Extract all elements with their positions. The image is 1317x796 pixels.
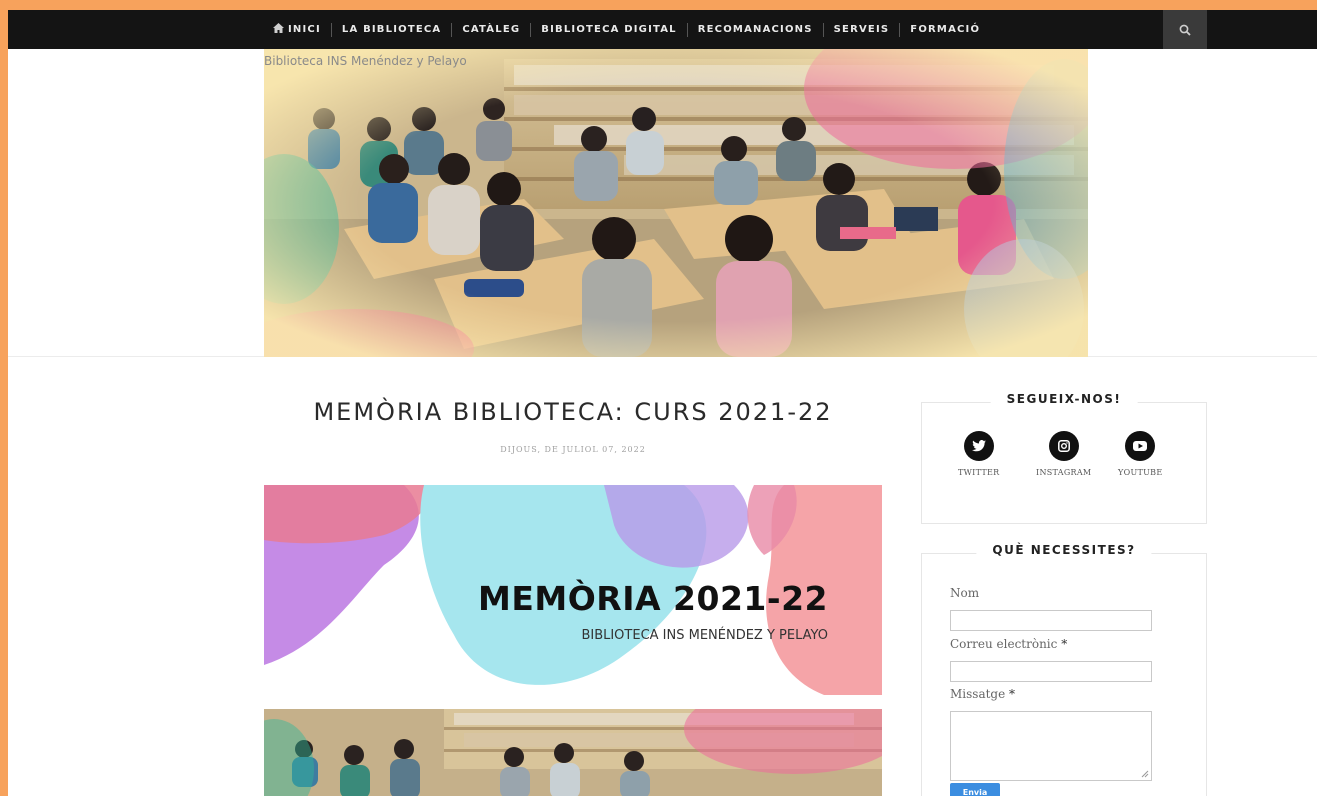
instagram-label: INSTAGRAM	[1036, 468, 1092, 477]
top-navbar: INICI LA BIBLIOTECA CATÀLEG BIBLIOTECA D…	[8, 10, 1317, 49]
nav-item-label: INICI	[288, 24, 321, 35]
home-icon	[273, 23, 284, 36]
nav-item-recomanacions[interactable]: RECOMANACIONS	[688, 10, 823, 49]
site-title[interactable]: Biblioteca INS Menéndez y Pelayo	[264, 54, 467, 68]
nav-item-label: RECOMANACIONS	[697, 24, 813, 35]
nav-item-inici[interactable]: INICI	[263, 10, 331, 49]
twitter-label: TWITTER	[958, 468, 1000, 477]
nav-item-la-biblioteca[interactable]: LA BIBLIOTECA	[332, 10, 451, 49]
nav-item-label: BIBLIOTECA DIGITAL	[541, 24, 677, 35]
send-button[interactable]: Envia	[950, 783, 1000, 796]
nav-item-cataleg[interactable]: CATÀLEG	[452, 10, 530, 49]
site-header: Biblioteca INS Menéndez y Pelayo	[8, 49, 1317, 357]
nav-item-biblioteca-digital[interactable]: BIBLIOTECA DIGITAL	[531, 10, 686, 49]
header-banner-image[interactable]	[264, 49, 1088, 357]
post-title[interactable]: MEMÒRIA BIBLIOTECA: CURS 2021-22	[264, 398, 882, 426]
instagram-icon	[1048, 431, 1079, 461]
resize-grip-icon[interactable]	[1141, 770, 1149, 778]
twitter-link[interactable]: TWITTER	[958, 431, 1000, 477]
email-field[interactable]	[950, 661, 1152, 682]
instagram-link[interactable]: INSTAGRAM	[1036, 431, 1091, 477]
follow-widget: SEGUEIX-NOS! TWITTER INSTAGRAM YOUTUBE	[921, 392, 1207, 524]
memoria-cover-image[interactable]: MEMÒRIA 2021-22 BIBLIOTECA INS MENÉNDEZ …	[264, 485, 882, 695]
search-button[interactable]	[1163, 10, 1207, 49]
contact-widget-title: QUÈ NECESSITES?	[976, 543, 1152, 557]
memoria-card-title: MEMÒRIA 2021-22	[478, 579, 828, 618]
youtube-icon	[1125, 431, 1156, 461]
memoria-card-subtitle: BIBLIOTECA INS MENÉNDEZ Y PELAYO	[581, 628, 828, 643]
email-label: Correu electrònic *	[950, 637, 1067, 651]
nav-item-label: FORMACIÓ	[910, 24, 981, 35]
name-field[interactable]	[950, 610, 1152, 631]
email-label-text: Correu electrònic	[950, 637, 1058, 651]
contact-widget: QUÈ NECESSITES? Nom Correu electrònic * …	[921, 543, 1207, 796]
nav-item-label: CATÀLEG	[462, 24, 521, 35]
page-frame: INICI LA BIBLIOTECA CATÀLEG BIBLIOTECA D…	[8, 10, 1317, 796]
follow-widget-title: SEGUEIX-NOS!	[990, 392, 1138, 406]
required-mark: *	[1009, 687, 1016, 701]
required-mark: *	[1061, 637, 1068, 651]
post-library-photo[interactable]	[264, 709, 882, 796]
nav-item-formacio[interactable]: FORMACIÓ	[900, 10, 990, 49]
search-icon	[1179, 24, 1191, 36]
nav-item-serveis[interactable]: SERVEIS	[824, 10, 900, 49]
name-label-text: Nom	[950, 586, 980, 600]
nav-item-label: LA BIBLIOTECA	[341, 24, 442, 35]
library-photo-thumb	[264, 709, 882, 796]
message-label: Missatge *	[950, 687, 1015, 701]
youtube-label: YOUTUBE	[1118, 468, 1163, 477]
library-photo	[264, 49, 1088, 357]
message-label-text: Missatge	[950, 687, 1006, 701]
nav-item-label: SERVEIS	[833, 24, 890, 35]
nav-menu: INICI LA BIBLIOTECA CATÀLEG BIBLIOTECA D…	[263, 10, 990, 49]
youtube-link[interactable]: YOUTUBE	[1118, 431, 1162, 477]
message-field[interactable]	[950, 711, 1152, 781]
name-label: Nom	[950, 586, 979, 600]
twitter-icon	[963, 431, 994, 461]
post-date: DIJOUS, DE JULIOL 07, 2022	[500, 445, 646, 454]
